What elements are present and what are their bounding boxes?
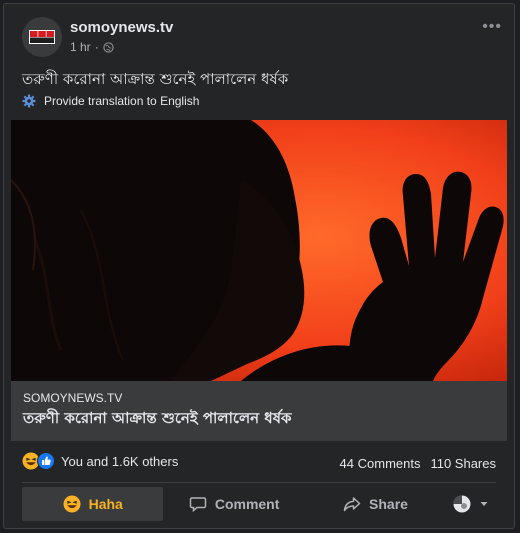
gear-icon (22, 94, 36, 108)
page-name[interactable]: somoynews.tv (70, 19, 173, 36)
more-options-icon[interactable]: ••• (482, 18, 502, 36)
haha-button[interactable]: Haha (22, 487, 164, 521)
share-count[interactable]: 110 Shares (430, 456, 496, 471)
stats-right: 44 Comments 110 Shares (340, 456, 496, 471)
meta-separator: · (94, 40, 99, 54)
somoy-logo-icon (22, 17, 62, 57)
haha-icon (63, 495, 81, 513)
comment-label: Comment (214, 496, 280, 512)
post-card: somoynews.tv 1 hr · ••• তরুণী করোনা আক্র… (3, 3, 515, 529)
reaction-summary[interactable]: You and 1.6K others (22, 452, 178, 470)
post-text: তরুণী করোনা আক্রান্ত শুনেই পালালেন ধর্ষক (22, 70, 289, 88)
reaction-count[interactable]: You and 1.6K others (61, 454, 178, 469)
comment-button[interactable]: Comment (163, 487, 304, 521)
post-time[interactable]: 1 hr (70, 40, 91, 54)
silhouette-image (10, 120, 507, 381)
engagement-stats: You and 1.6K others 44 Comments 110 Shar… (4, 450, 514, 474)
translate-link[interactable]: Provide translation to English (22, 94, 199, 108)
action-bar: Haha Comment Share (22, 487, 496, 521)
comment-count[interactable]: 44 Comments (340, 456, 421, 471)
comment-icon (189, 497, 207, 513)
like-reaction-icon (37, 452, 55, 470)
link-preview[interactable]: SOMOYNEWS.TV তরুণী করোনা আক্রান্ত শুনেই … (11, 381, 507, 441)
post-header: somoynews.tv 1 hr · ••• (4, 4, 514, 64)
share-button[interactable]: Share (305, 487, 446, 521)
audience-selector[interactable] (446, 487, 496, 521)
globe-icon[interactable] (103, 41, 114, 53)
link-domain: SOMOYNEWS.TV (23, 391, 123, 405)
page-avatar[interactable] (22, 17, 62, 57)
post-image[interactable] (10, 120, 507, 381)
share-label: Share (369, 496, 408, 512)
profile-avatar-icon (453, 495, 471, 513)
post-meta: 1 hr · (70, 40, 114, 54)
share-icon (343, 497, 361, 512)
link-title[interactable]: তরুণী করোনা আক্রান্ত শুনেই পালালেন ধর্ষক (23, 407, 291, 432)
translate-label: Provide translation to English (44, 94, 200, 108)
chevron-down-icon (480, 502, 488, 506)
actions-divider (22, 482, 496, 483)
haha-label: Haha (88, 496, 123, 512)
